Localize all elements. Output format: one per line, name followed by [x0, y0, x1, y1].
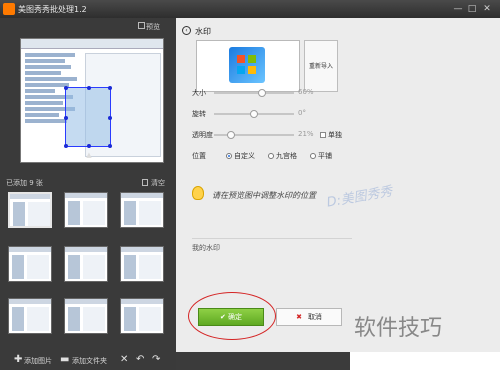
- resize-handle[interactable]: [64, 86, 68, 90]
- radio-grid[interactable]: 九宫格: [268, 151, 297, 161]
- radio-label: 自定义: [234, 152, 255, 160]
- thumbnail[interactable]: [64, 192, 108, 228]
- trash-icon: [142, 179, 148, 186]
- watermark-selection[interactable]: [64, 86, 112, 148]
- check-icon: ✔: [219, 313, 229, 321]
- slider-knob[interactable]: [258, 89, 266, 97]
- position-options: 位置 自定义 九宫格 平铺: [192, 151, 382, 161]
- resize-handle[interactable]: [108, 116, 112, 120]
- app-logo-icon: [3, 3, 15, 15]
- cancel-label: 取消: [307, 313, 322, 321]
- watermark-dialog: ‹ 水印 重新导入 大小 60% 旋转 0° 透明度 21% 单独 位置 自定义…: [176, 18, 500, 352]
- radio-tile[interactable]: 平铺: [310, 151, 332, 161]
- preview-toolbar: [21, 39, 163, 49]
- watermark-preview: [196, 40, 300, 92]
- single-checkbox[interactable]: 单独: [320, 130, 342, 140]
- ok-label: 确定: [228, 313, 243, 321]
- radio-label: 平铺: [318, 152, 332, 160]
- preview-image[interactable]: [20, 38, 164, 163]
- thumbnail[interactable]: [8, 192, 52, 228]
- minimize-button[interactable]: —: [452, 3, 464, 15]
- delete-icon[interactable]: ✕: [120, 354, 128, 365]
- windows-logo-icon: [229, 47, 265, 83]
- thumbnail[interactable]: [120, 246, 164, 282]
- add-image-button[interactable]: 添加图片: [24, 356, 52, 366]
- resize-handle[interactable]: [87, 86, 91, 90]
- radio-dot[interactable]: [310, 153, 316, 159]
- resize-handle[interactable]: [64, 116, 68, 120]
- slider-value: 60%: [298, 88, 314, 96]
- thumbnail[interactable]: [8, 298, 52, 334]
- ok-button[interactable]: ✔ 确定: [198, 308, 264, 326]
- thumbnail[interactable]: [120, 298, 164, 334]
- site-watermark: D:美图秀秀: [325, 184, 394, 211]
- back-icon[interactable]: ‹: [182, 26, 191, 35]
- slider-track[interactable]: [214, 89, 294, 97]
- preview-button[interactable]: 预览: [146, 22, 160, 32]
- resize-handle[interactable]: [108, 86, 112, 90]
- slider-label: 旋转: [192, 110, 206, 118]
- radio-dot[interactable]: [226, 153, 232, 159]
- resize-handle[interactable]: [87, 144, 91, 148]
- thumbnail-grid: [8, 192, 168, 342]
- maximize-button[interactable]: □: [466, 3, 478, 15]
- lightbulb-icon: [192, 186, 204, 200]
- size-slider[interactable]: 大小 60%: [192, 88, 352, 98]
- thumbnail[interactable]: [64, 246, 108, 282]
- rotation-slider[interactable]: 旋转 0°: [192, 109, 352, 119]
- rotate-left-icon[interactable]: ↶: [136, 354, 144, 365]
- cancel-button[interactable]: ✖ 取消: [276, 308, 342, 326]
- folder-icon: ▬: [60, 354, 70, 365]
- checkbox-box[interactable]: [320, 132, 326, 138]
- add-folder-button[interactable]: 添加文件夹: [72, 356, 107, 366]
- thumbnail[interactable]: [8, 246, 52, 282]
- clear-label: 清空: [151, 179, 165, 187]
- add-image-icon: ✚: [14, 354, 23, 365]
- resize-handle[interactable]: [64, 144, 68, 148]
- my-watermark-label: 我的水印: [192, 244, 220, 252]
- left-panel: 预览 ▲ 已添加 9 张 清空 ✚ 添加图片 ▬ 添加文件夹 ✕ ↶ ↷: [0, 18, 176, 370]
- collapse-arrow-icon[interactable]: ▲: [84, 151, 94, 159]
- slider-track[interactable]: [214, 131, 294, 139]
- corner-caption: 软件技巧: [354, 316, 443, 341]
- slider-track[interactable]: [214, 110, 294, 118]
- radio-label: 九宫格: [276, 152, 297, 160]
- rotate-right-icon[interactable]: ↷: [152, 354, 160, 365]
- app-window: 美图秀秀批处理1.2 — □ ✕ 预览 ▲ 已添加 9 张 清空 ✚ 添加图片 …: [0, 0, 500, 370]
- bottom-toolbar: ✚ 添加图片 ▬ 添加文件夹 ✕ ↶ ↷: [0, 354, 176, 370]
- radio-custom[interactable]: 自定义: [226, 151, 255, 161]
- clear-button[interactable]: 清空: [142, 178, 165, 188]
- tip-text: 请在预览图中调整水印的位置: [212, 191, 316, 200]
- resize-handle[interactable]: [108, 144, 112, 148]
- reimport-button[interactable]: 重新导入: [304, 40, 338, 92]
- preview-icon[interactable]: [138, 22, 145, 29]
- slider-label: 透明度: [192, 131, 213, 139]
- added-count-label: 已添加 9 张: [6, 179, 43, 187]
- single-label: 单独: [328, 131, 342, 139]
- thumbnail[interactable]: [64, 298, 108, 334]
- title-bar: 美图秀秀批处理1.2 — □ ✕: [0, 0, 500, 18]
- thumbnail[interactable]: [120, 192, 164, 228]
- radio-dot[interactable]: [268, 153, 274, 159]
- slider-knob[interactable]: [250, 110, 258, 118]
- cancel-x-icon: ✖: [296, 313, 302, 321]
- window-title: 美图秀秀批处理1.2: [18, 5, 87, 14]
- position-label: 位置: [192, 152, 206, 160]
- slider-label: 大小: [192, 89, 206, 97]
- divider: [192, 238, 352, 239]
- slider-value: 0°: [298, 109, 306, 117]
- dialog-title: 水印: [195, 27, 211, 36]
- slider-knob[interactable]: [226, 131, 235, 139]
- slider-value: 21%: [298, 130, 314, 138]
- close-button[interactable]: ✕: [481, 3, 493, 15]
